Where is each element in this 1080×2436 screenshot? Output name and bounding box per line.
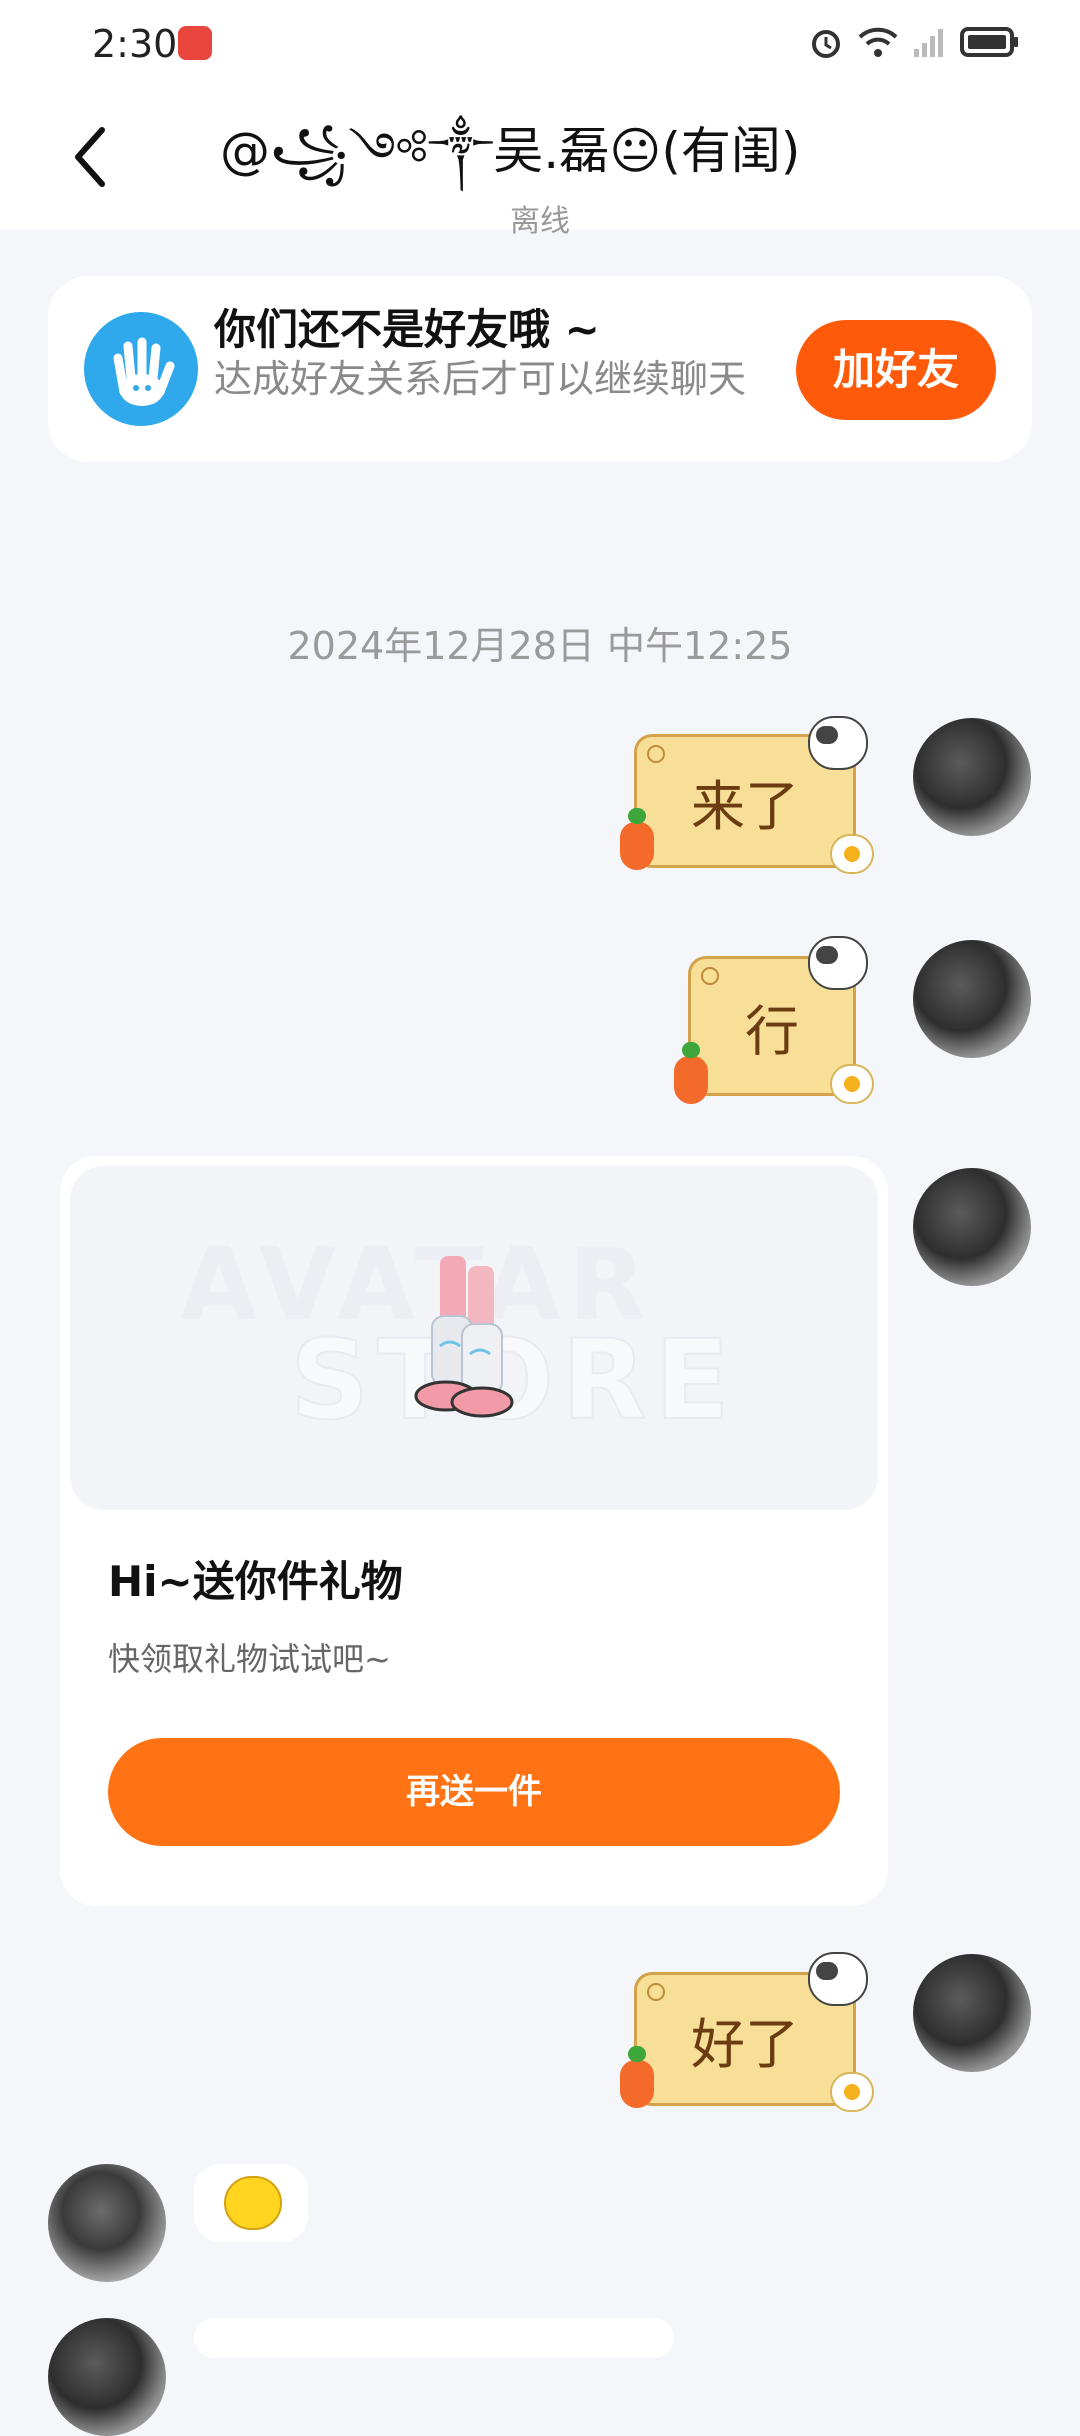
self-avatar[interactable] — [913, 1954, 1031, 2072]
send-another-gift-button[interactable]: 再送一件 — [108, 1738, 840, 1846]
battery-icon — [960, 27, 1018, 57]
signal-icon — [914, 29, 943, 57]
add-friend-button[interactable]: 加好友 — [796, 320, 996, 420]
gift-title: Hi~送你件礼物 — [108, 1557, 403, 1606]
egg-decoration — [830, 834, 874, 874]
gift-card-message[interactable]: AVATAR STORE Hi~送你件礼物 快领取礼物试试吧~ 再送一件 — [60, 1156, 888, 1906]
contact-avatar[interactable] — [48, 2318, 166, 2436]
emoji-message[interactable] — [194, 2164, 308, 2242]
friend-banner-title: 你们还不是好友哦 ~ — [214, 305, 600, 354]
friend-request-banner: 你们还不是好友哦 ~ 达成好友关系后才可以继续聊天 加好友 — [48, 276, 1032, 462]
gift-subtitle: 快领取礼物试试吧~ — [108, 1640, 391, 1678]
leg-warmers-icon — [414, 1256, 514, 1418]
message-timestamp: 2024年12月28日 中午12:25 — [287, 624, 793, 668]
contact-avatar[interactable] — [48, 2164, 166, 2282]
partial-message-bubble[interactable] — [194, 2318, 674, 2358]
huawei-appgallery-icon — [178, 26, 212, 60]
cat-sticker-decoration — [808, 1952, 868, 2006]
self-avatar[interactable] — [913, 940, 1031, 1058]
hand-icon — [84, 312, 198, 426]
self-avatar[interactable] — [913, 1168, 1031, 1286]
top-bar: 2:30 @꧁༺༒吴.磊😐(有闺) 离线 — [0, 0, 1080, 239]
gift-image: AVATAR STORE — [70, 1166, 878, 1510]
carrot-decoration — [674, 1042, 708, 1104]
carrot-decoration — [620, 2046, 654, 2108]
back-button[interactable] — [66, 122, 126, 192]
friend-banner-description: 达成好友关系后才可以继续聊天 — [214, 357, 747, 401]
alarm-icon — [812, 30, 840, 58]
online-status: 离线 — [510, 204, 570, 239]
self-avatar[interactable] — [913, 718, 1031, 836]
status-time: 2:30 — [92, 22, 178, 66]
chevron-left-icon — [75, 127, 105, 187]
carrot-decoration — [620, 808, 654, 870]
status-icons — [808, 22, 1020, 62]
cat-sticker-decoration — [808, 936, 868, 990]
wifi-icon — [858, 27, 898, 57]
egg-decoration — [830, 2072, 874, 2112]
yellow-bird-emoji-icon — [224, 2176, 282, 2230]
cat-sticker-decoration — [808, 716, 868, 770]
egg-decoration — [830, 1064, 874, 1104]
